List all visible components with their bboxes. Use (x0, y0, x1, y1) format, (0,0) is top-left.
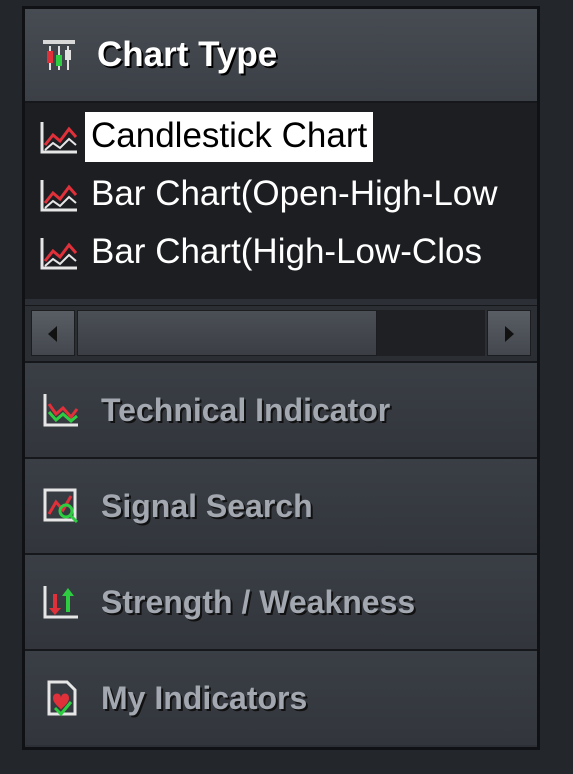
strength-weakness-icon (43, 586, 78, 619)
menu-item-technical-indicator[interactable]: Technical Indicator (25, 361, 537, 457)
signal-search-icon (43, 488, 79, 524)
menu-item-label: My Indicators (101, 679, 308, 716)
list-item-bar-chart-ohlc[interactable]: Bar Chart(Open-High-Low (39, 167, 504, 223)
list-item-label: Candlestick Chart (85, 112, 374, 162)
line-chart-icon (40, 180, 78, 212)
menu-item-signal-search[interactable]: Signal Search (25, 457, 537, 553)
scroll-left-button[interactable] (31, 310, 75, 356)
chart-type-panel: Chart Type Candlestick Chart Bar Chart(O… (22, 6, 540, 750)
chart-type-list[interactable]: Candlestick Chart Bar Chart(Open-High-Lo… (25, 103, 537, 299)
menu-item-label: Signal Search (101, 487, 313, 524)
scrollbar-thumb[interactable] (77, 310, 377, 356)
my-indicators-icon (47, 680, 77, 717)
scroll-right-button[interactable] (487, 310, 531, 356)
menu-item-my-indicators[interactable]: My Indicators (25, 649, 537, 745)
arrow-left-icon (48, 326, 57, 342)
list-item-label: Bar Chart(Open-High-Low (91, 174, 498, 213)
arrow-right-icon (505, 326, 514, 342)
list-item-candlestick-chart[interactable]: Candlestick Chart (39, 109, 374, 165)
menu-item-label: Strength / Weakness (101, 583, 416, 620)
horizontal-scrollbar[interactable] (25, 305, 537, 364)
chart-type-header[interactable]: Chart Type (25, 9, 537, 103)
line-chart-icon (40, 238, 78, 270)
candlestick-icon (43, 40, 75, 70)
technical-indicator-icon (43, 394, 79, 427)
header-title: Chart Type (97, 35, 278, 74)
scrollbar-track[interactable] (77, 310, 485, 356)
menu-item-label: Technical Indicator (101, 391, 391, 428)
list-item-bar-chart-hlc[interactable]: Bar Chart(High-Low-Clos (39, 225, 488, 281)
line-chart-icon (40, 122, 78, 154)
list-item-label: Bar Chart(High-Low-Clos (91, 232, 482, 271)
menu-item-strength-weakness[interactable]: Strength / Weakness (25, 553, 537, 649)
